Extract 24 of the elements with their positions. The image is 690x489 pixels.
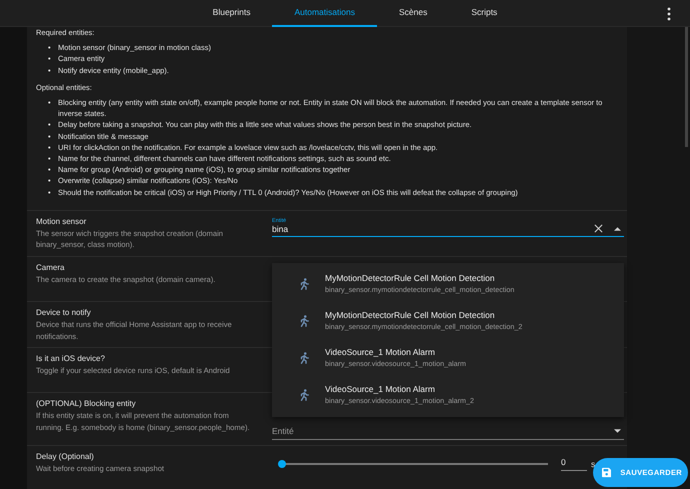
- clear-icon[interactable]: [594, 224, 603, 234]
- caret-up-icon[interactable]: [614, 226, 621, 231]
- walking-person-icon: [300, 388, 309, 400]
- tab[interactable]: Scènes: [376, 0, 450, 26]
- field-placeholder: Entité: [272, 426, 294, 436]
- input-title: Motion sensor: [36, 216, 88, 228]
- field-value: bina: [272, 224, 290, 234]
- walking-person-icon: [300, 314, 309, 326]
- more-menu-icon[interactable]: [667, 7, 671, 21]
- caret-down-icon: [614, 429, 621, 434]
- walking-person-icon: [300, 278, 309, 290]
- input-title: Device to notify: [36, 307, 92, 320]
- unit-label: s: [591, 459, 596, 470]
- tab[interactable]: Blueprints: [190, 0, 272, 26]
- scrollbar[interactable]: [685, 27, 688, 147]
- input-title: Camera: [36, 262, 66, 274]
- input-title: Is it an iOS device?: [36, 353, 106, 366]
- walking-person-icon: [300, 352, 309, 364]
- number-field[interactable]: 0: [561, 457, 587, 472]
- input-title: Delay (Optional): [36, 451, 95, 464]
- tab[interactable]: Scripts: [449, 0, 520, 26]
- input-title: (OPTIONAL) Blocking entity: [36, 398, 137, 410]
- slider-thumb[interactable]: [278, 460, 286, 468]
- entity-select-field[interactable]: Entité: [272, 426, 624, 440]
